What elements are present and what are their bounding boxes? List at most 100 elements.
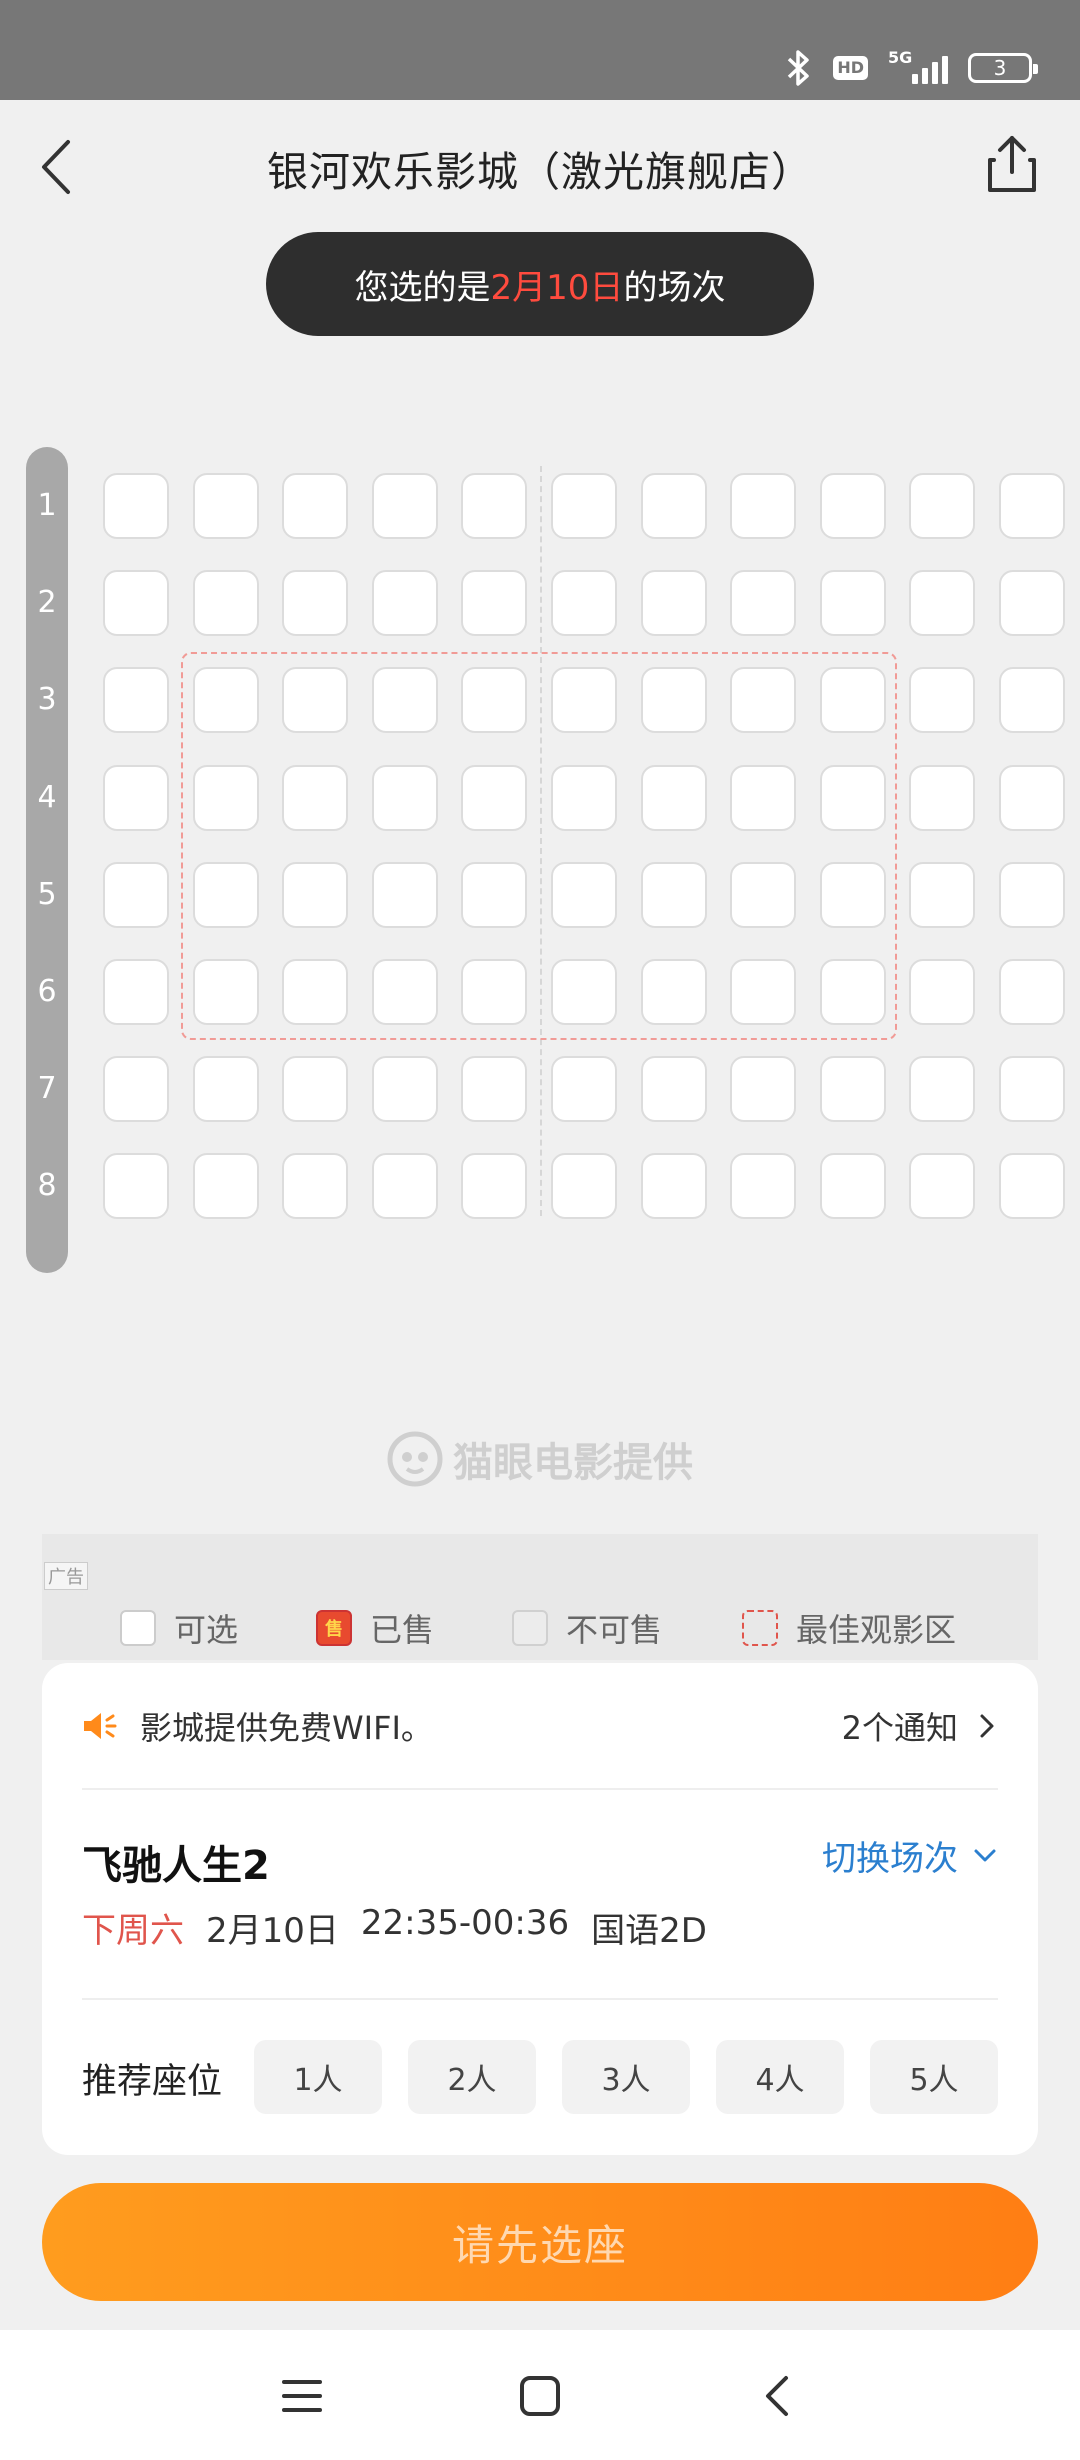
home-square-icon[interactable] bbox=[516, 2372, 564, 2420]
seat[interactable] bbox=[999, 1153, 1065, 1220]
back-chevron-icon[interactable] bbox=[754, 2372, 802, 2420]
seat[interactable] bbox=[461, 1153, 528, 1220]
recommend-5-person-button[interactable]: 5人 bbox=[870, 2040, 998, 2114]
seat[interactable] bbox=[282, 1056, 349, 1123]
seat[interactable] bbox=[551, 1153, 617, 1220]
seat[interactable] bbox=[551, 473, 617, 539]
chevron-right-icon bbox=[980, 1714, 994, 1738]
seat[interactable] bbox=[819, 473, 886, 539]
session-card: 影城提供免费WIFI。 2个通知 飞驰人生2 切换场次 下周六 2月10日 22… bbox=[42, 1663, 1038, 2155]
seat[interactable] bbox=[192, 570, 259, 637]
seat[interactable] bbox=[640, 570, 707, 637]
seat[interactable] bbox=[103, 764, 169, 831]
status-bar: HD 5G 3 bbox=[0, 0, 1080, 100]
seat[interactable] bbox=[461, 1056, 528, 1123]
seat[interactable] bbox=[371, 473, 438, 539]
seat[interactable] bbox=[103, 473, 169, 539]
seat[interactable] bbox=[192, 473, 259, 539]
seat[interactable] bbox=[461, 570, 528, 637]
seat[interactable] bbox=[730, 1153, 797, 1220]
date-notice-prefix: 您选的是 bbox=[354, 267, 491, 308]
share-icon[interactable] bbox=[982, 132, 1042, 196]
seat[interactable] bbox=[999, 473, 1065, 539]
seat[interactable] bbox=[371, 1056, 438, 1123]
notice-count: 2个通知 bbox=[841, 1709, 958, 1747]
battery-icon: 3 bbox=[968, 53, 1038, 83]
seat[interactable] bbox=[640, 1056, 707, 1123]
date-notice: 您选的是 2月10日 的场次 bbox=[266, 232, 814, 336]
seat[interactable] bbox=[640, 1153, 707, 1220]
seat[interactable] bbox=[103, 667, 169, 734]
page-title: 银河欢乐影城（激光旗舰店） bbox=[267, 148, 813, 196]
recommend-2-person-button[interactable]: 2人 bbox=[408, 2040, 536, 2114]
seat[interactable] bbox=[819, 570, 886, 637]
row-number: 5 bbox=[37, 876, 57, 912]
row-number-rail bbox=[26, 447, 68, 1273]
recommend-4-person-button[interactable]: 4人 bbox=[716, 2040, 844, 2114]
seat[interactable] bbox=[909, 1056, 976, 1123]
legend-available-label: 可选 bbox=[174, 1611, 239, 1649]
seat[interactable] bbox=[999, 1056, 1065, 1123]
seat[interactable] bbox=[909, 570, 976, 637]
seat[interactable] bbox=[461, 473, 528, 539]
seat[interactable] bbox=[103, 861, 169, 928]
seat[interactable] bbox=[999, 667, 1065, 734]
row-number: 7 bbox=[37, 1071, 57, 1107]
legend-sold: 售 已售 bbox=[316, 1605, 434, 1651]
seat[interactable] bbox=[909, 959, 976, 1025]
row-number: 8 bbox=[37, 1168, 57, 1204]
menu-icon[interactable] bbox=[278, 2372, 326, 2420]
best-viewing-area bbox=[181, 652, 897, 1040]
seat[interactable] bbox=[730, 473, 797, 539]
seat[interactable] bbox=[371, 1153, 438, 1220]
seat[interactable] bbox=[551, 1056, 617, 1123]
legend-sold-label: 已售 bbox=[370, 1611, 435, 1649]
signal-bar bbox=[922, 68, 928, 84]
seat[interactable] bbox=[909, 1153, 976, 1220]
watermark: 猫眼电影提供 bbox=[0, 1430, 1080, 1488]
seat[interactable] bbox=[640, 473, 707, 539]
signal-bar bbox=[912, 74, 918, 84]
seat[interactable] bbox=[909, 764, 976, 831]
notice-text: 影城提供免费WIFI。 bbox=[140, 1709, 433, 1747]
seat[interactable] bbox=[103, 959, 169, 1025]
session-time: 22:35-00:36 bbox=[360, 1903, 570, 1943]
row-number: 6 bbox=[37, 974, 57, 1009]
seat[interactable] bbox=[192, 1153, 259, 1220]
seat[interactable] bbox=[282, 473, 349, 539]
switch-session-button[interactable]: 切换场次 bbox=[822, 1831, 998, 1880]
legend-available: 可选 bbox=[120, 1605, 238, 1651]
seat[interactable] bbox=[103, 1056, 169, 1123]
seat[interactable] bbox=[819, 1056, 886, 1123]
seat[interactable] bbox=[551, 570, 617, 637]
recommend-1-person-button[interactable]: 1人 bbox=[254, 2040, 382, 2114]
seat[interactable] bbox=[819, 1153, 886, 1220]
seat[interactable] bbox=[282, 1153, 349, 1220]
seat[interactable] bbox=[999, 764, 1065, 831]
seat[interactable] bbox=[730, 1056, 797, 1123]
seat[interactable] bbox=[999, 570, 1065, 637]
ad-label: 广告 bbox=[44, 1562, 88, 1590]
seat[interactable] bbox=[730, 570, 797, 637]
seat[interactable] bbox=[909, 473, 976, 539]
seat[interactable] bbox=[192, 1056, 259, 1123]
header: 银河欢乐影城（激光旗舰店） bbox=[0, 100, 1080, 235]
seat[interactable] bbox=[371, 570, 438, 637]
recommend-label: 推荐座位 bbox=[82, 2062, 223, 2102]
battery-level: 3 bbox=[993, 56, 1007, 80]
notice-row[interactable]: 影城提供免费WIFI。 2个通知 bbox=[82, 1701, 998, 1751]
date-notice-suffix: 的场次 bbox=[623, 267, 726, 308]
status-icons: HD 5G 3 bbox=[783, 48, 1038, 88]
recommend-3-person-button[interactable]: 3人 bbox=[562, 2040, 690, 2114]
seat[interactable] bbox=[999, 861, 1065, 928]
signal-bar bbox=[932, 62, 938, 84]
seat[interactable] bbox=[103, 1153, 169, 1220]
select-seat-first-button[interactable]: 请先选座 bbox=[42, 2183, 1038, 2301]
seat[interactable] bbox=[103, 570, 169, 637]
seat[interactable] bbox=[909, 667, 976, 734]
seat[interactable] bbox=[282, 570, 349, 637]
available-seat-icon bbox=[120, 1610, 156, 1646]
seat[interactable] bbox=[999, 959, 1065, 1025]
seat[interactable] bbox=[909, 861, 976, 928]
divider bbox=[82, 1998, 998, 2000]
